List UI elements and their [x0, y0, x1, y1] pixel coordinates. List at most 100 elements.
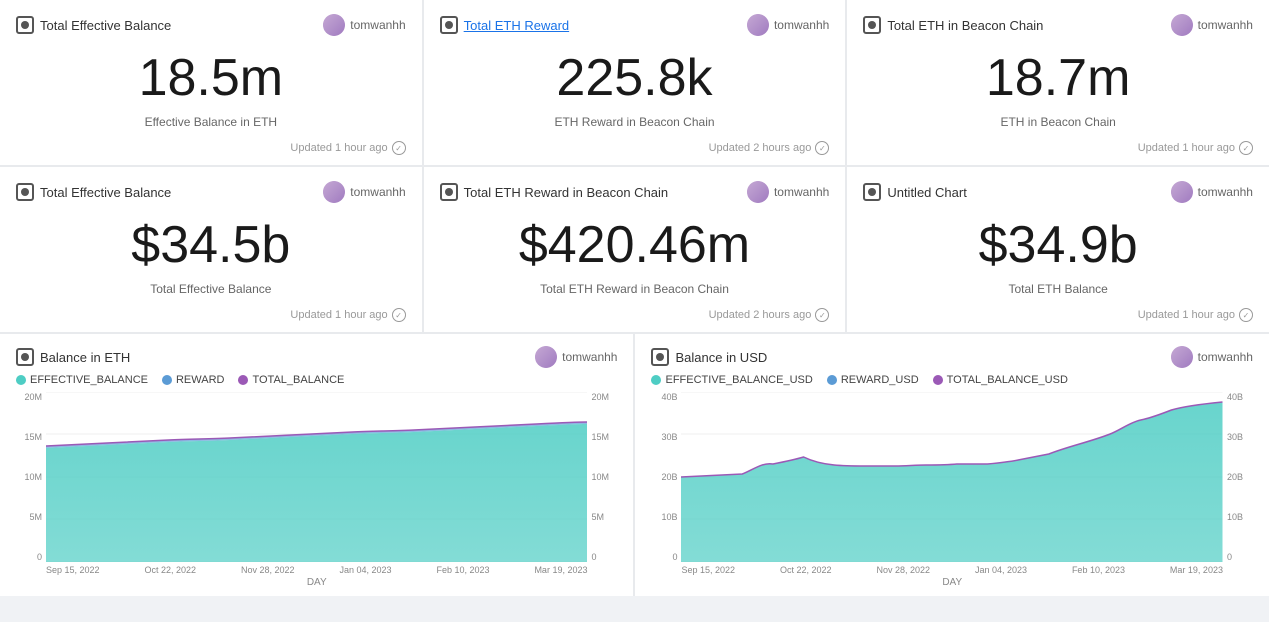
chart-balance-eth: Balance in ETH tomwanhh EFFECTIVE_BALANC…	[0, 334, 633, 596]
username: tomwanhh	[562, 350, 617, 364]
x-label: Nov 28, 2022	[241, 565, 295, 575]
avatar	[747, 14, 769, 36]
chart-svg-eth	[46, 392, 587, 562]
check-icon: ✓	[1239, 141, 1253, 155]
updated-text: Updated 1 hour ago	[290, 142, 387, 154]
card-subtitle: ETH in Beacon Chain	[863, 115, 1253, 129]
check-icon: ✓	[815, 141, 829, 155]
legend-item-reward-usd: REWARD_USD	[827, 374, 919, 386]
card-value: 225.8k	[440, 40, 830, 115]
card-user: tomwanhh	[535, 346, 617, 368]
avatar	[1171, 14, 1193, 36]
x-label: Oct 22, 2022	[780, 565, 832, 575]
card-title[interactable]: Total ETH Reward	[464, 18, 569, 33]
card-user: tomwanhh	[323, 181, 405, 203]
avatar	[747, 181, 769, 203]
updated-text: Updated 1 hour ago	[1138, 142, 1235, 154]
legend-label: REWARD_USD	[841, 374, 919, 386]
legend-dot	[651, 375, 661, 385]
updated-text: Updated 1 hour ago	[1138, 309, 1235, 321]
card-total-effective-balance-eth: Total Effective Balance tomwanhh 18.5m E…	[0, 0, 422, 165]
card-title: Total ETH in Beacon Chain	[887, 18, 1043, 33]
legend-dot	[827, 375, 837, 385]
legend-item-effective-usd: EFFECTIVE_BALANCE_USD	[651, 374, 812, 386]
updated-text: Updated 2 hours ago	[709, 309, 812, 321]
card-icon	[440, 183, 458, 201]
username: tomwanhh	[1198, 350, 1253, 364]
x-label: Jan 04, 2023	[339, 565, 391, 575]
x-label: Nov 28, 2022	[876, 565, 930, 575]
card-icon	[16, 183, 34, 201]
chart-header: Balance in USD tomwanhh	[651, 346, 1253, 368]
chart-title: Balance in USD	[675, 350, 767, 365]
card-user: tomwanhh	[1171, 14, 1253, 36]
x-label: Oct 22, 2022	[145, 565, 197, 575]
card-header: Total ETH in Beacon Chain tomwanhh	[863, 14, 1253, 36]
effective-balance-usd-area	[681, 402, 1223, 562]
chart-title: Balance in ETH	[40, 350, 130, 365]
card-footer: Updated 2 hours ago ✓	[440, 137, 830, 155]
username: tomwanhh	[1198, 185, 1253, 199]
card-subtitle: Effective Balance in ETH	[16, 115, 406, 129]
avatar	[1171, 181, 1193, 203]
card-value: 18.7m	[863, 40, 1253, 115]
check-icon: ✓	[1239, 308, 1253, 322]
username: tomwanhh	[1198, 18, 1253, 32]
card-title: Total Effective Balance	[40, 185, 171, 200]
card-header: Total Effective Balance tomwanhh	[16, 14, 406, 36]
x-axis-title: DAY	[46, 577, 587, 588]
card-header: Untitled Chart tomwanhh	[863, 181, 1253, 203]
chart-header: Balance in ETH tomwanhh	[16, 346, 617, 368]
chart-balance-usd: Balance in USD tomwanhh EFFECTIVE_BALANC…	[635, 334, 1269, 596]
card-subtitle: ETH Reward in Beacon Chain	[440, 115, 830, 129]
card-user: tomwanhh	[323, 14, 405, 36]
legend-dot	[162, 375, 172, 385]
card-icon	[651, 348, 669, 366]
avatar	[323, 14, 345, 36]
card-header: Total ETH Reward tomwanhh	[440, 14, 830, 36]
chart-legend-usd: EFFECTIVE_BALANCE_USD REWARD_USD TOTAL_B…	[651, 374, 1253, 386]
card-subtitle: Total ETH Balance	[863, 282, 1253, 296]
card-total-eth-reward: Total ETH Reward tomwanhh 225.8k ETH Rew…	[424, 0, 846, 165]
x-axis-title-usd: DAY	[681, 577, 1223, 588]
updated-text: Updated 1 hour ago	[290, 309, 387, 321]
chart-row: Balance in ETH tomwanhh EFFECTIVE_BALANC…	[0, 334, 1269, 596]
card-footer: Updated 1 hour ago ✓	[16, 137, 406, 155]
legend-label: TOTAL_BALANCE	[252, 374, 344, 386]
legend-dot	[238, 375, 248, 385]
username: tomwanhh	[774, 185, 829, 199]
card-icon	[440, 16, 458, 34]
username: tomwanhh	[774, 18, 829, 32]
username: tomwanhh	[350, 185, 405, 199]
dashboard: Total Effective Balance tomwanhh 18.5m E…	[0, 0, 1269, 596]
check-icon: ✓	[815, 308, 829, 322]
card-total-eth-beacon: Total ETH in Beacon Chain tomwanhh 18.7m…	[847, 0, 1269, 165]
card-icon	[16, 348, 34, 366]
card-value: $34.5b	[16, 207, 406, 282]
x-label: Feb 10, 2023	[436, 565, 489, 575]
x-label: Mar 19, 2023	[1170, 565, 1223, 575]
card-footer: Updated 1 hour ago ✓	[863, 304, 1253, 322]
check-icon: ✓	[392, 308, 406, 322]
x-labels-usd: Sep 15, 2022 Oct 22, 2022 Nov 28, 2022 J…	[681, 565, 1223, 575]
chart-canvas-eth	[46, 392, 587, 562]
x-label: Mar 19, 2023	[534, 565, 587, 575]
legend-label: REWARD	[176, 374, 224, 386]
card-user: tomwanhh	[747, 181, 829, 203]
legend-item-effective: EFFECTIVE_BALANCE	[16, 374, 148, 386]
card-header: Total Effective Balance tomwanhh	[16, 181, 406, 203]
chart-canvas-usd	[681, 392, 1223, 562]
card-footer: Updated 1 hour ago ✓	[16, 304, 406, 322]
card-icon	[863, 16, 881, 34]
chart-svg-usd	[681, 392, 1223, 562]
card-value: $420.46m	[440, 207, 830, 282]
x-label: Jan 04, 2023	[975, 565, 1027, 575]
avatar	[1171, 346, 1193, 368]
card-value: 18.5m	[16, 40, 406, 115]
updated-text: Updated 2 hours ago	[709, 142, 812, 154]
legend-dot	[933, 375, 943, 385]
card-footer: Updated 2 hours ago ✓	[440, 304, 830, 322]
card-user: tomwanhh	[1171, 346, 1253, 368]
card-user: tomwanhh	[1171, 181, 1253, 203]
card-total-eth-reward-beacon: Total ETH Reward in Beacon Chain tomwanh…	[424, 167, 846, 332]
